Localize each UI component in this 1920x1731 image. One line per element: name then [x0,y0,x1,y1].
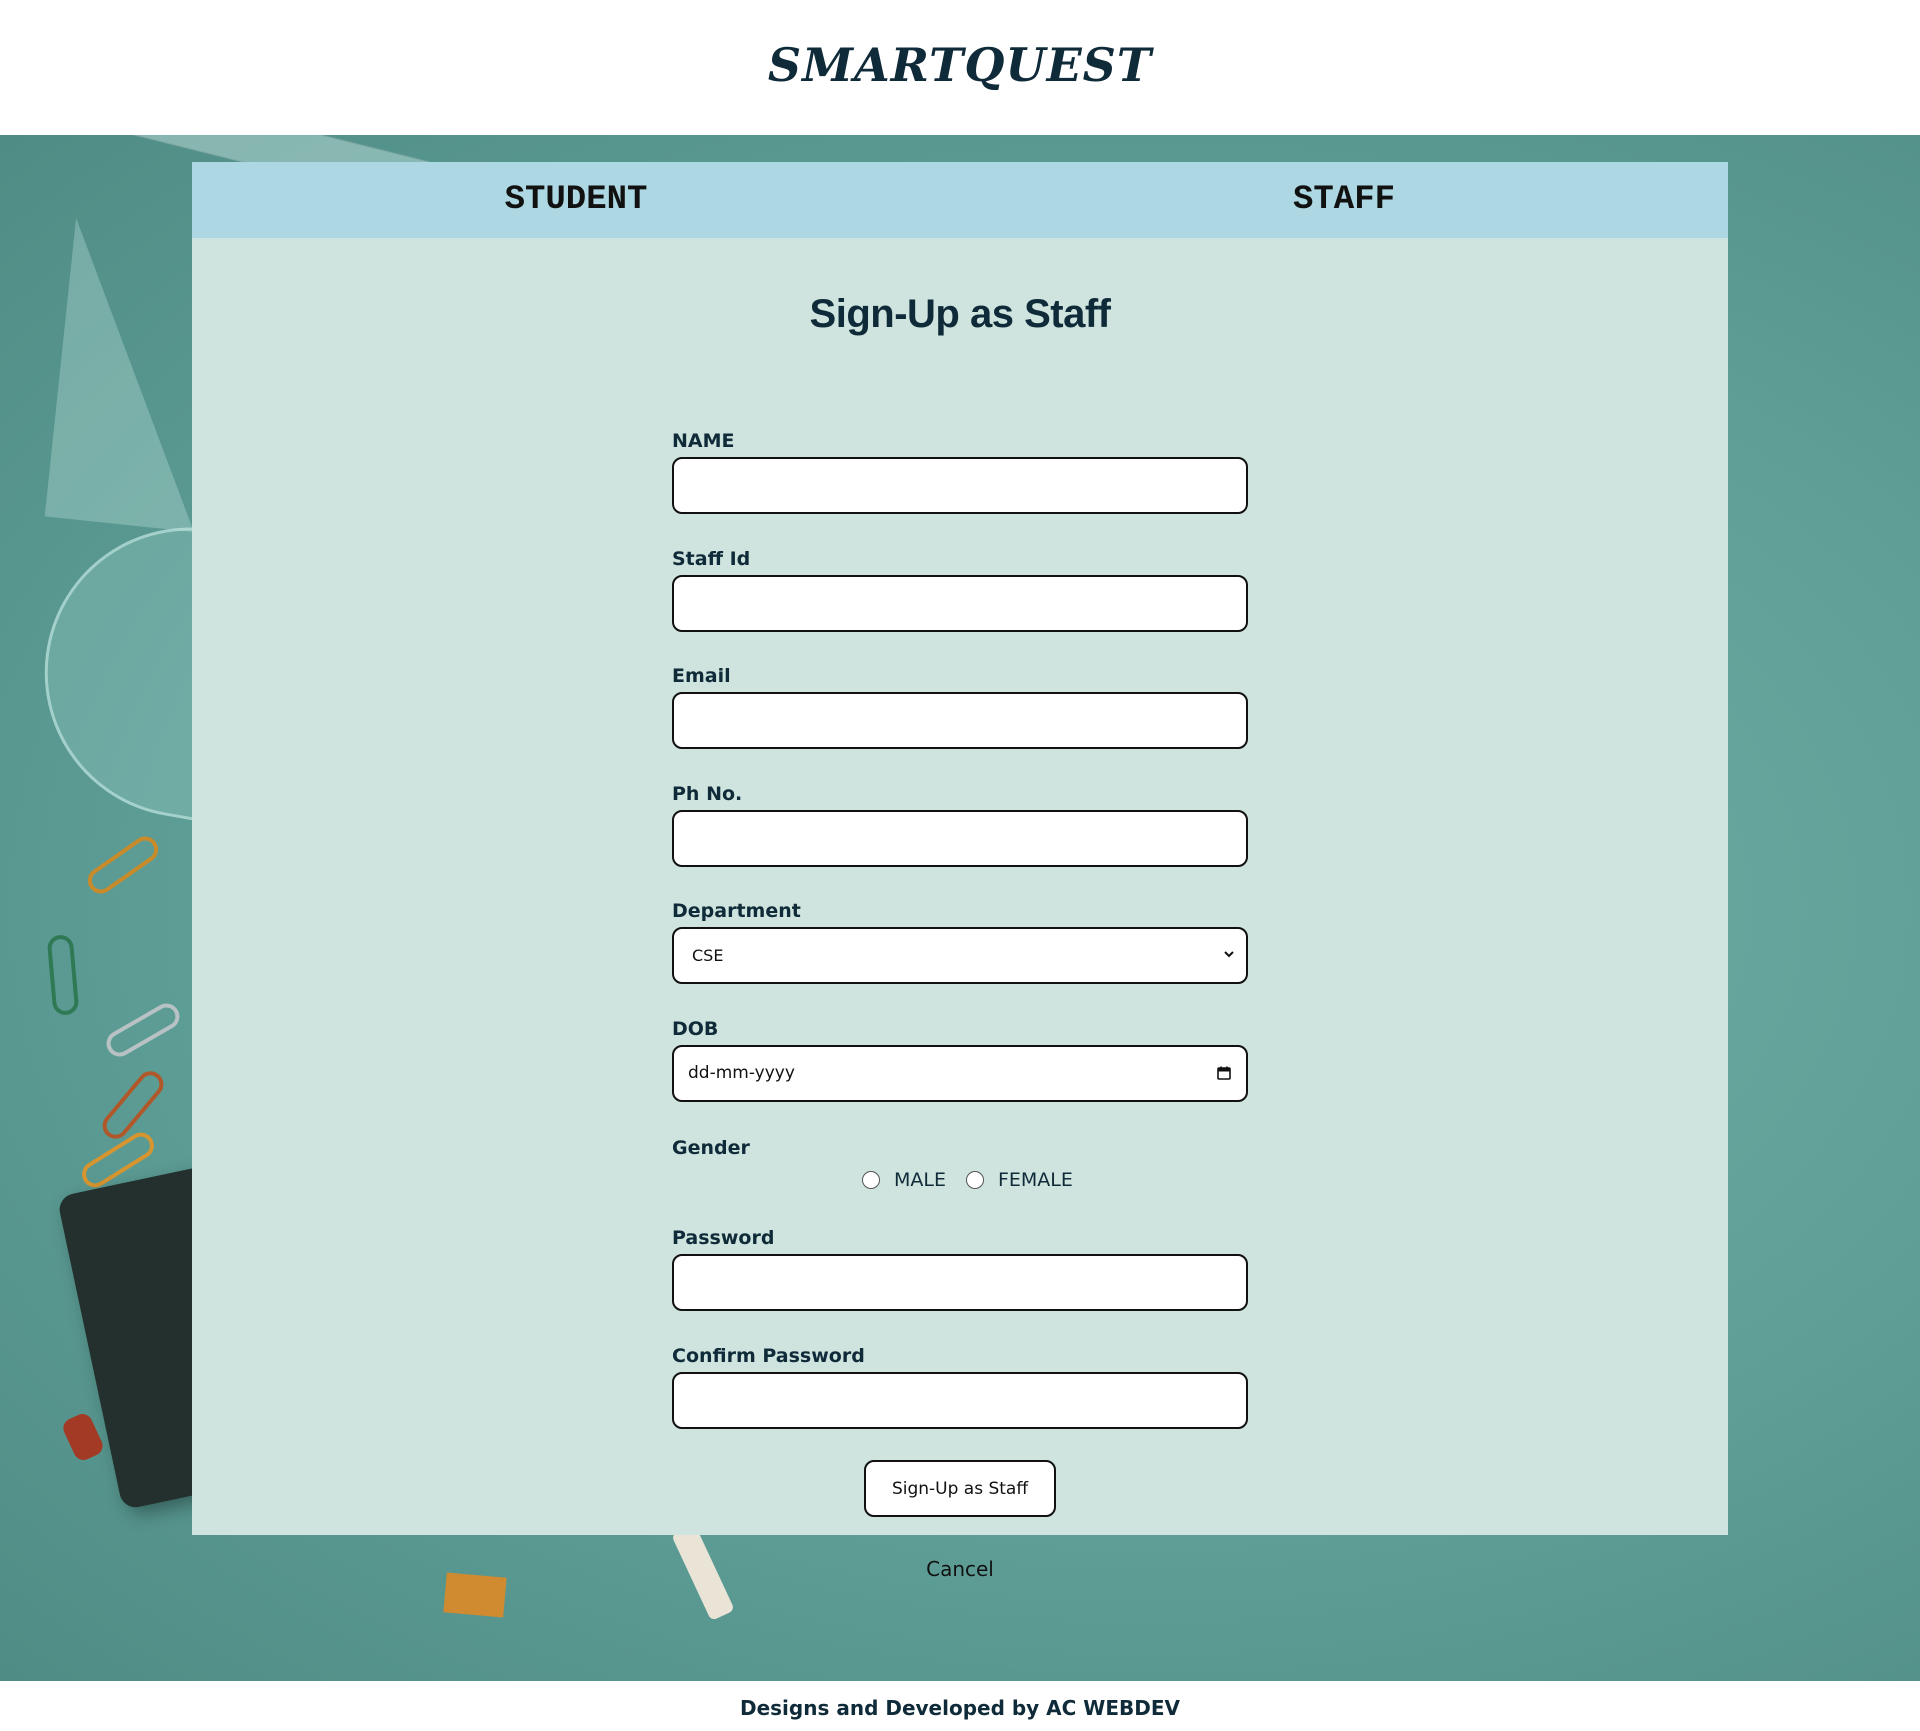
paperclip-decoration [97,1066,169,1144]
email-label: Email [672,665,731,687]
gender-radio-male[interactable] [862,1171,880,1189]
form-title: Sign-Up as Staff [809,292,1111,336]
site-header: SMARTQUEST [0,0,1920,135]
cancel-row: Cancel [0,1557,1920,1581]
phone-label: Ph No. [672,783,743,805]
confirm-password-input[interactable] [674,1374,1246,1427]
signup-staff-button[interactable]: Sign-Up as Staff [864,1460,1056,1517]
paperclip-decoration [82,831,164,899]
name-label: NAME [672,430,735,452]
dob-placeholder: dd-mm-yyyy [688,1063,795,1083]
footer-credit: Designs and Developed by AC WEBDEV [739,1696,1181,1720]
phone-field[interactable] [672,810,1248,867]
calendar-icon[interactable] [1216,1065,1232,1081]
name-field[interactable] [672,457,1248,514]
gender-option-label[interactable]: FEMALE [998,1169,1073,1191]
password-input[interactable] [674,1256,1246,1309]
cancel-link[interactable]: Cancel [926,1557,994,1581]
tab-staff[interactable]: STAFF [960,162,1728,238]
department-label: Department [672,900,801,922]
signup-panel: STUDENT STAFF Sign-Up as Staff NAME Staf… [192,162,1728,1535]
confirm-password-field[interactable] [672,1372,1248,1429]
role-tabs: STUDENT STAFF [192,162,1728,238]
department-select[interactable]: CSE [672,927,1248,984]
staff-id-input[interactable] [674,577,1246,630]
phone-input[interactable] [674,812,1246,865]
gender-label: Gender [672,1137,750,1159]
pushpin-decoration [60,1410,106,1464]
gender-options: MALE FEMALE [862,1165,1093,1195]
gender-radio-female[interactable] [965,1171,984,1189]
staff-id-label: Staff Id [672,548,751,570]
staff-id-field[interactable] [672,575,1248,632]
email-input[interactable] [674,694,1246,747]
department-selected-value: CSE [692,946,724,965]
name-input[interactable] [674,459,1246,512]
dob-label: DOB [672,1018,719,1040]
dob-field[interactable]: dd-mm-yyyy [672,1045,1248,1102]
chevron-down-icon [1224,951,1234,958]
password-field[interactable] [672,1254,1248,1311]
site-footer: Designs and Developed by AC WEBDEV [0,1681,1920,1731]
paperclip-decoration [101,998,185,1062]
confirm-password-label: Confirm Password [672,1345,865,1367]
paperclip-decoration [46,934,80,1016]
password-label: Password [672,1227,775,1249]
email-field[interactable] [672,692,1248,749]
tab-student[interactable]: STUDENT [192,162,960,238]
brand-logo[interactable]: SMARTQUEST [768,38,1152,92]
gender-option-label[interactable]: MALE [894,1169,946,1191]
